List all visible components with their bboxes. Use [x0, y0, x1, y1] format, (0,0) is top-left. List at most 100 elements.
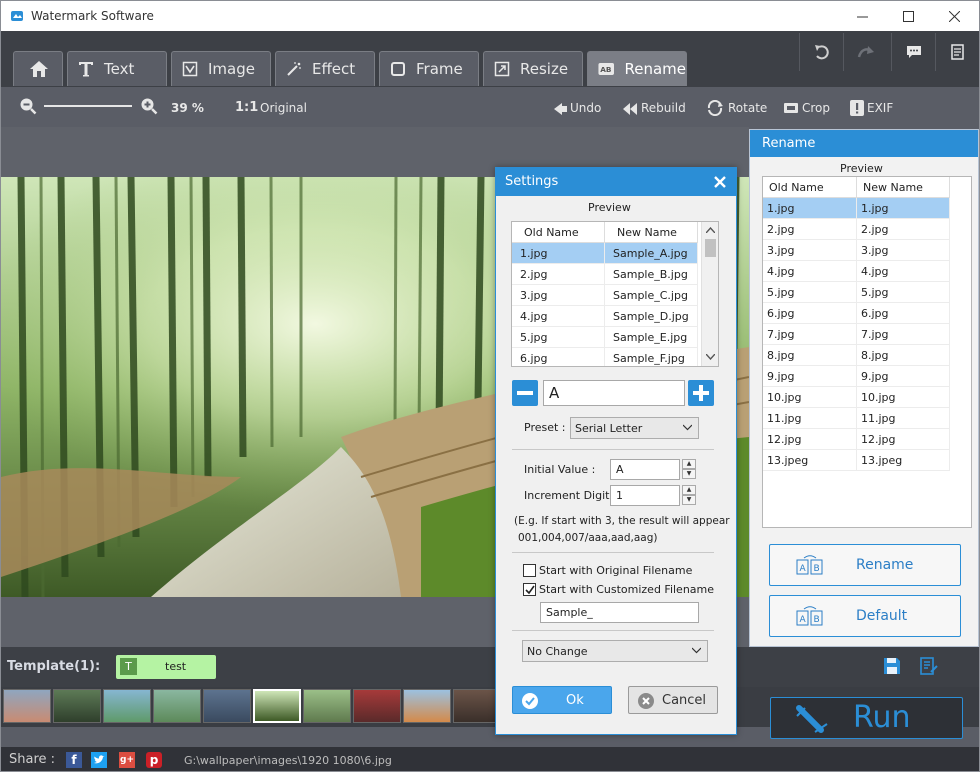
exif-button[interactable]: EXIF — [867, 101, 893, 115]
close-window-button[interactable] — [931, 1, 977, 31]
close-dialog-icon[interactable] — [714, 176, 726, 188]
google-plus-icon[interactable]: g+ — [119, 752, 135, 768]
list-row[interactable]: 2.jpg Sample_B.jpg — [512, 264, 698, 285]
list-row[interactable]: 3.jpg 3.jpg — [763, 240, 950, 261]
actual-size-icon[interactable]: 1:1 — [235, 100, 258, 115]
thumbnail[interactable] — [103, 689, 151, 723]
list-row[interactable]: 1.jpg 1.jpg — [763, 198, 950, 219]
list-row[interactable]: 4.jpg 4.jpg — [763, 261, 950, 282]
tab-frame[interactable]: Frame — [379, 51, 479, 86]
list-row[interactable]: 1.jpg Sample_A.jpg — [512, 243, 698, 264]
tab-effect[interactable]: Effect — [275, 51, 375, 86]
new-name-cell: 12.jpg — [857, 429, 950, 450]
new-name-cell: 10.jpg — [857, 387, 950, 408]
start-custom-checkbox[interactable] — [523, 583, 536, 596]
tab-image[interactable]: Image — [171, 51, 271, 86]
tab-rename[interactable]: AB Rename — [587, 51, 687, 86]
redo-top-button[interactable] — [843, 33, 887, 71]
chevron-down-icon — [683, 424, 692, 431]
initial-value-stepper[interactable]: ▲ ▼ — [682, 459, 696, 479]
initial-value-input[interactable]: A — [610, 459, 680, 480]
list-row[interactable]: 9.jpg 9.jpg — [763, 366, 950, 387]
ok-button[interactable]: Ok — [512, 686, 612, 714]
run-label: Run — [853, 700, 911, 735]
rotate-button[interactable]: Rotate — [728, 101, 767, 115]
rebuild-button[interactable]: Rebuild — [641, 101, 686, 115]
start-original-checkbox[interactable] — [523, 564, 536, 577]
list-row[interactable]: 7.jpg 7.jpg — [763, 324, 950, 345]
log-button[interactable] — [935, 33, 979, 71]
thumbnail[interactable] — [453, 689, 501, 723]
maximize-button[interactable] — [885, 1, 931, 31]
resize-icon — [494, 61, 510, 77]
svg-text:B: B — [814, 564, 820, 574]
list-row[interactable]: 8.jpg 8.jpg — [763, 345, 950, 366]
thumbnail[interactable] — [203, 689, 251, 723]
old-name-cell: 2.jpg — [763, 219, 857, 240]
feedback-button[interactable] — [891, 33, 935, 71]
tab-home[interactable] — [13, 51, 63, 86]
rename-preview-list[interactable]: Old Name New Name 1.jpg 1.jpg 2.jpg 2.jpg 3.… — [762, 176, 972, 528]
list-row[interactable]: 6.jpg 6.jpg — [763, 303, 950, 324]
thumbnail-selected[interactable] — [253, 689, 301, 723]
minimize-button[interactable] — [839, 1, 885, 31]
old-name-cell: 8.jpg — [763, 345, 857, 366]
initial-value-label: Initial Value : — [524, 463, 596, 476]
run-button[interactable]: Run — [770, 697, 963, 739]
scroll-thumb[interactable] — [705, 239, 716, 257]
twitter-icon[interactable] — [91, 752, 107, 768]
scroll-up-icon[interactable] — [706, 227, 715, 233]
settings-preview-list[interactable]: Old Name New Name 1.jpg Sample_A.jpg 2.jpg… — [511, 221, 719, 367]
custom-filename-input[interactable]: Sample_ — [540, 602, 699, 623]
list-row[interactable]: 5.jpg 5.jpg — [763, 282, 950, 303]
list-row[interactable]: 2.jpg 2.jpg — [763, 219, 950, 240]
crop-button[interactable]: Crop — [802, 101, 830, 115]
thumbnail[interactable] — [403, 689, 451, 723]
list-row[interactable]: 6.jpg Sample_F.jpg — [512, 348, 698, 366]
thumbnail[interactable] — [353, 689, 401, 723]
case-select[interactable]: No Change — [522, 640, 708, 662]
add-pattern-button[interactable] — [688, 380, 714, 406]
zoom-out-icon[interactable] — [19, 97, 37, 115]
save-template-icon[interactable] — [883, 657, 901, 675]
list-row[interactable]: 13.jpeg 13.jpeg — [763, 450, 950, 471]
undo-top-button[interactable] — [799, 33, 843, 71]
tab-text[interactable]: Text — [67, 51, 167, 86]
image-icon — [182, 61, 198, 77]
default-button[interactable]: AB Default — [769, 595, 961, 637]
list-row[interactable]: 11.jpg 11.jpg — [763, 408, 950, 429]
zoom-in-icon[interactable] — [140, 97, 158, 115]
cancel-button[interactable]: Cancel — [628, 686, 718, 714]
zoom-level: 39 % — [171, 101, 204, 115]
increment-digit-input[interactable]: 1 — [610, 485, 680, 506]
tab-resize[interactable]: Resize — [483, 51, 583, 86]
list-row[interactable]: 5.jpg Sample_E.jpg — [512, 327, 698, 348]
settings-list-scrollbar[interactable] — [701, 222, 718, 366]
old-name-cell: 6.jpg — [512, 348, 605, 366]
pinterest-icon[interactable]: p — [146, 752, 162, 768]
preset-label: Preset : — [524, 421, 566, 434]
facebook-icon[interactable]: f — [66, 752, 82, 768]
undo-button[interactable]: Undo — [570, 101, 601, 115]
scroll-down-icon[interactable] — [706, 354, 715, 360]
old-name-cell: 4.jpg — [763, 261, 857, 282]
thumbnail[interactable] — [53, 689, 101, 723]
rename-button[interactable]: AB Rename — [769, 544, 961, 586]
list-row[interactable]: 10.jpg 10.jpg — [763, 387, 950, 408]
edit-template-icon[interactable] — [920, 657, 938, 675]
preset-select[interactable]: Serial Letter — [570, 417, 699, 439]
zoom-slider[interactable] — [44, 105, 132, 107]
list-row[interactable]: 4.jpg Sample_D.jpg — [512, 306, 698, 327]
remove-pattern-button[interactable] — [512, 380, 538, 406]
new-name-cell: Sample_C.jpg — [605, 285, 698, 306]
template-item[interactable]: T test — [116, 655, 216, 679]
thumbnail[interactable] — [153, 689, 201, 723]
pattern-input[interactable]: A — [543, 380, 685, 406]
increment-digit-stepper[interactable]: ▲ ▼ — [682, 485, 696, 505]
thumbnail[interactable] — [303, 689, 351, 723]
list-row[interactable]: 12.jpg 12.jpg — [763, 429, 950, 450]
thumbnail[interactable] — [3, 689, 51, 723]
new-name-cell: 8.jpg — [857, 345, 950, 366]
list-row[interactable]: 3.jpg Sample_C.jpg — [512, 285, 698, 306]
original-size-label[interactable]: Original — [260, 101, 307, 115]
